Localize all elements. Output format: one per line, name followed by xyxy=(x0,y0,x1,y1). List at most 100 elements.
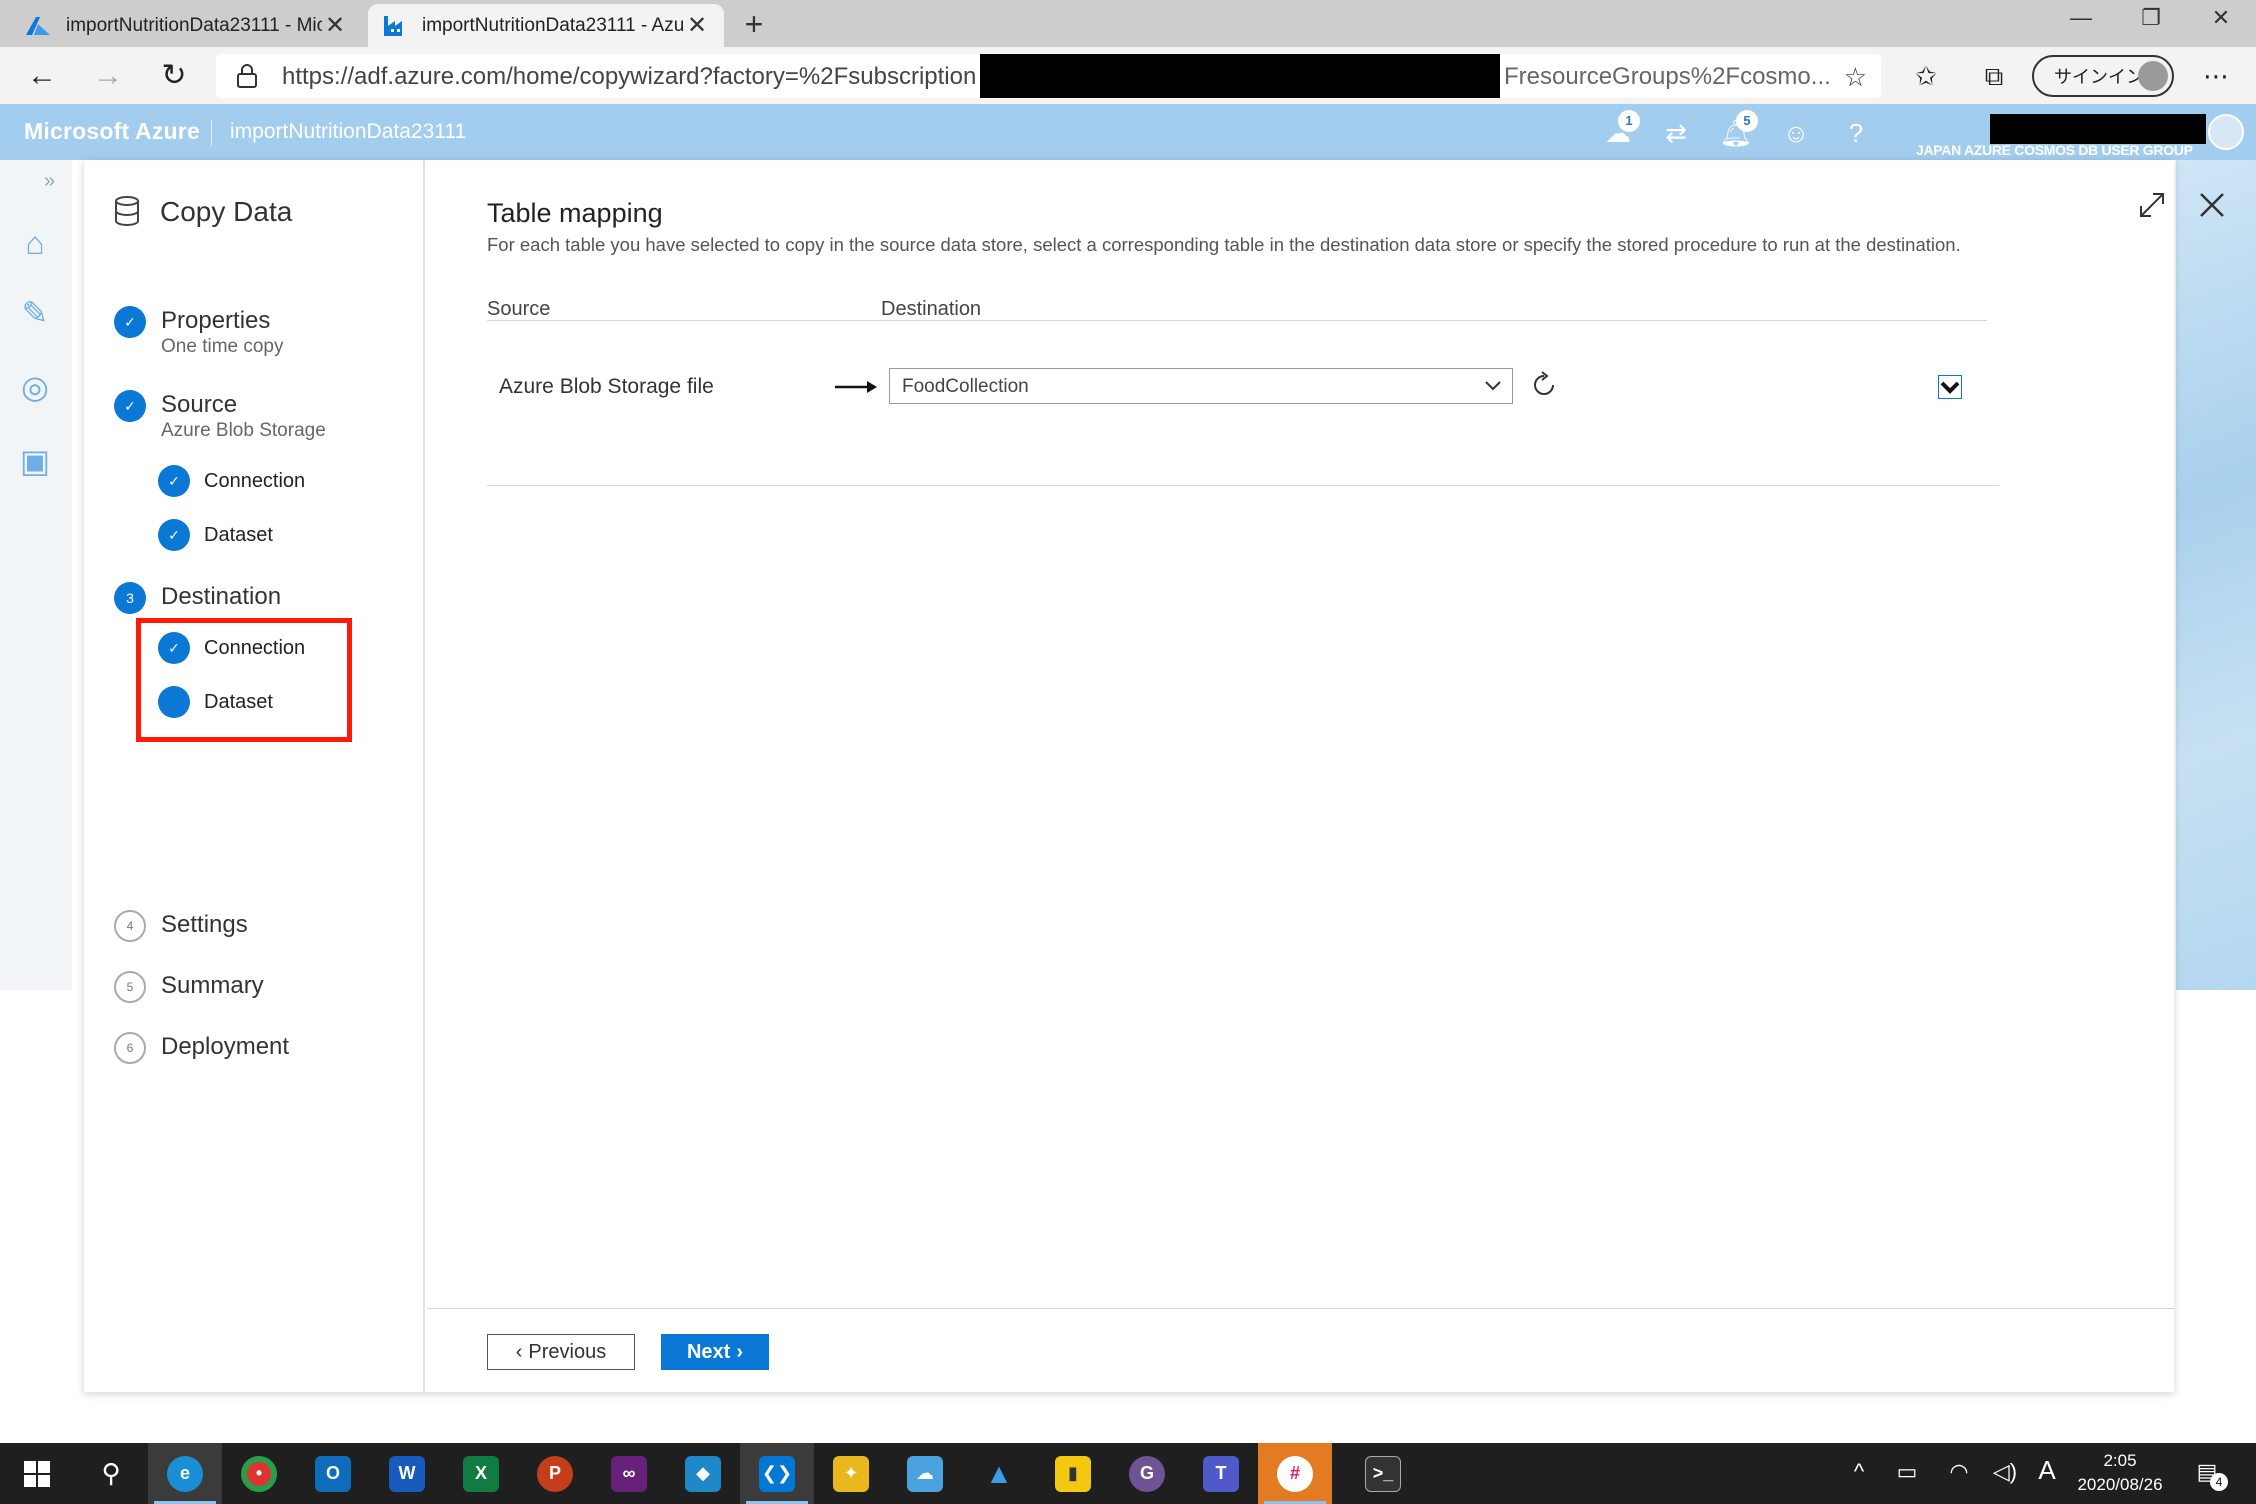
step-destination[interactable]: 3 Destination xyxy=(114,582,281,614)
substep-source-connection[interactable]: ✓ Connection xyxy=(158,465,305,497)
toolbox-manage-icon[interactable]: ▣ xyxy=(14,440,56,482)
teams-icon[interactable]: T xyxy=(1184,1443,1258,1504)
signin-label: サインイン xyxy=(2054,67,2144,87)
directory-switch-icon[interactable]: ⇄ xyxy=(1658,116,1694,150)
azure-data-studio-icon[interactable]: ◆ xyxy=(666,1443,740,1504)
browser-tab-1[interactable]: importNutritionData23111 - Mic ✕ xyxy=(10,4,362,47)
vscode-icon[interactable]: ❮❯ xyxy=(740,1443,814,1504)
excel-icon[interactable]: X xyxy=(444,1443,518,1504)
close-icon[interactable] xyxy=(2197,190,2227,220)
background-art xyxy=(2176,160,2256,990)
minimize-icon[interactable]: — xyxy=(2046,0,2116,36)
restore-icon[interactable]: ❐ xyxy=(2116,0,2186,36)
feedback-icon[interactable]: ☁ 1 xyxy=(1600,110,1640,150)
url-field[interactable]: https://adf.azure.com/home/copywizard?fa… xyxy=(216,54,1881,98)
expand-icon[interactable] xyxy=(2137,190,2167,220)
step-summary[interactable]: 5 Summary xyxy=(114,971,264,1003)
previous-label: Previous xyxy=(528,1340,607,1363)
browser-tab-2[interactable]: importNutritionData23111 - Azu ✕ xyxy=(368,4,724,47)
wifi-icon[interactable]: ◠ xyxy=(1942,1459,1976,1485)
home-icon[interactable]: ⌂ xyxy=(14,222,56,264)
column-header-destination: Destination xyxy=(881,298,982,320)
step-properties[interactable]: ✓ Properties One time copy xyxy=(114,306,284,358)
step-deployment[interactable]: 6 Deployment xyxy=(114,1032,289,1064)
chat-feedback-icon[interactable]: ☺ xyxy=(1778,116,1814,150)
favorite-star-icon[interactable]: ☆ xyxy=(1844,62,1867,93)
destination-table-value: FoodCollection xyxy=(902,376,1029,397)
substep-source-dataset[interactable]: ✓ Dataset xyxy=(158,519,273,551)
close-tab-icon[interactable]: ✕ xyxy=(322,11,348,40)
row-select-checkbox[interactable] xyxy=(1938,375,1962,399)
step-label: Settings xyxy=(161,911,248,938)
azure-icon[interactable]: ▲ xyxy=(962,1443,1036,1504)
previous-button[interactable]: ‹ Previous xyxy=(487,1334,635,1370)
signin-button[interactable]: サインイン xyxy=(2032,55,2174,97)
step-label: Source xyxy=(161,391,238,418)
pencil-author-icon[interactable]: ✎ xyxy=(14,292,56,334)
clock-time: 2:05 xyxy=(2103,1451,2137,1470)
redacted-block xyxy=(980,54,1500,98)
step-number: 6 xyxy=(114,1032,146,1064)
source-table-name: Azure Blob Storage file xyxy=(499,375,714,398)
chevron-up-icon[interactable]: ^ xyxy=(1842,1459,1876,1485)
check-icon: ✓ xyxy=(114,390,146,422)
terminal-icon[interactable]: >_ xyxy=(1346,1443,1420,1504)
chrome-icon[interactable]: • xyxy=(222,1443,296,1504)
chevron-down-icon xyxy=(1485,381,1501,391)
step-sublabel: One time copy xyxy=(161,336,284,357)
arrow-right-icon xyxy=(835,381,877,393)
notification-badge: 4 xyxy=(2210,1473,2228,1491)
refresh-page-icon[interactable]: ↻ xyxy=(152,55,196,97)
powerpoint-icon[interactable]: P xyxy=(518,1443,592,1504)
action-center-icon[interactable]: ▤ 4 xyxy=(2190,1459,2228,1491)
avatar xyxy=(2138,61,2168,91)
windows-start-icon[interactable] xyxy=(0,1443,74,1504)
outlook-icon[interactable]: O xyxy=(296,1443,370,1504)
step-number: 5 xyxy=(114,971,146,1003)
tab-title: importNutritionData23111 - Azu xyxy=(422,14,684,36)
ime-indicator[interactable]: A xyxy=(2030,1455,2064,1486)
azure-logo-icon xyxy=(26,16,50,35)
favorites-icon[interactable]: ✩ xyxy=(1906,57,1946,95)
next-button[interactable]: Next › xyxy=(661,1334,769,1370)
step-source[interactable]: ✓ Source Azure Blob Storage xyxy=(114,390,326,442)
expand-rail-icon[interactable]: » xyxy=(44,170,55,193)
step-label: Destination xyxy=(161,583,282,610)
github-icon[interactable]: G xyxy=(1110,1443,1184,1504)
slack-icon[interactable]: # xyxy=(1258,1443,1332,1504)
bell-icon[interactable]: 🔔︎ 5 xyxy=(1718,110,1758,150)
factory-name[interactable]: importNutritionData23111 xyxy=(230,120,466,144)
forward-icon[interactable]: → xyxy=(86,55,130,97)
word-icon[interactable]: W xyxy=(370,1443,444,1504)
refresh-icon[interactable] xyxy=(1529,370,1559,400)
data-factory-icon xyxy=(384,15,402,36)
volume-icon[interactable]: ◁) xyxy=(1988,1459,2022,1485)
help-icon[interactable]: ? xyxy=(1838,116,1874,150)
window-close-icon[interactable]: ✕ xyxy=(2186,0,2256,36)
user-group-label[interactable]: JAPAN AZURE COSMOS DB USER GROUP xyxy=(1916,142,2193,158)
step-settings[interactable]: 4 Settings xyxy=(114,910,248,942)
battery-icon[interactable]: ▭ xyxy=(1890,1459,1924,1485)
system-clock[interactable]: 2:05 2020/08/26 xyxy=(2070,1449,2170,1497)
avatar[interactable] xyxy=(2208,114,2244,150)
monitor-gauge-icon[interactable]: ◎ xyxy=(14,366,56,408)
synapse-tool-icon[interactable]: ✦ xyxy=(814,1443,888,1504)
close-tab-icon[interactable]: ✕ xyxy=(684,11,710,40)
back-icon[interactable]: ← xyxy=(20,55,64,97)
storage-explorer-icon[interactable]: ☁ xyxy=(888,1443,962,1504)
brand-name[interactable]: Microsoft Azure xyxy=(24,118,200,145)
visual-studio-icon[interactable]: ∞ xyxy=(592,1443,666,1504)
destination-table-select[interactable]: FoodCollection xyxy=(889,368,1513,404)
notification-badge: 1 xyxy=(1618,110,1640,132)
url-text-suffix: FresourceGroups%2Fcosmo... xyxy=(1504,63,1831,90)
chevron-right-icon: › xyxy=(736,1340,744,1363)
search-icon[interactable]: ⚲ xyxy=(74,1443,148,1504)
annotation-highlight-box xyxy=(136,618,352,742)
new-tab-icon[interactable]: + xyxy=(736,6,772,43)
edge-browser-icon[interactable]: e xyxy=(148,1443,222,1504)
power-bi-icon[interactable]: ▮ xyxy=(1036,1443,1110,1504)
windows-taskbar: ⚲ e • O W X P ∞ ◆ ❮❯ ✦ ☁ ▲ ▮ G T # >_ ^ … xyxy=(0,1443,2256,1504)
collections-icon[interactable]: ⧉ xyxy=(1974,57,2014,95)
table-mapping-content: Table mapping For each table you have se… xyxy=(427,160,2224,1392)
more-icon[interactable]: ⋯ xyxy=(2196,57,2236,95)
